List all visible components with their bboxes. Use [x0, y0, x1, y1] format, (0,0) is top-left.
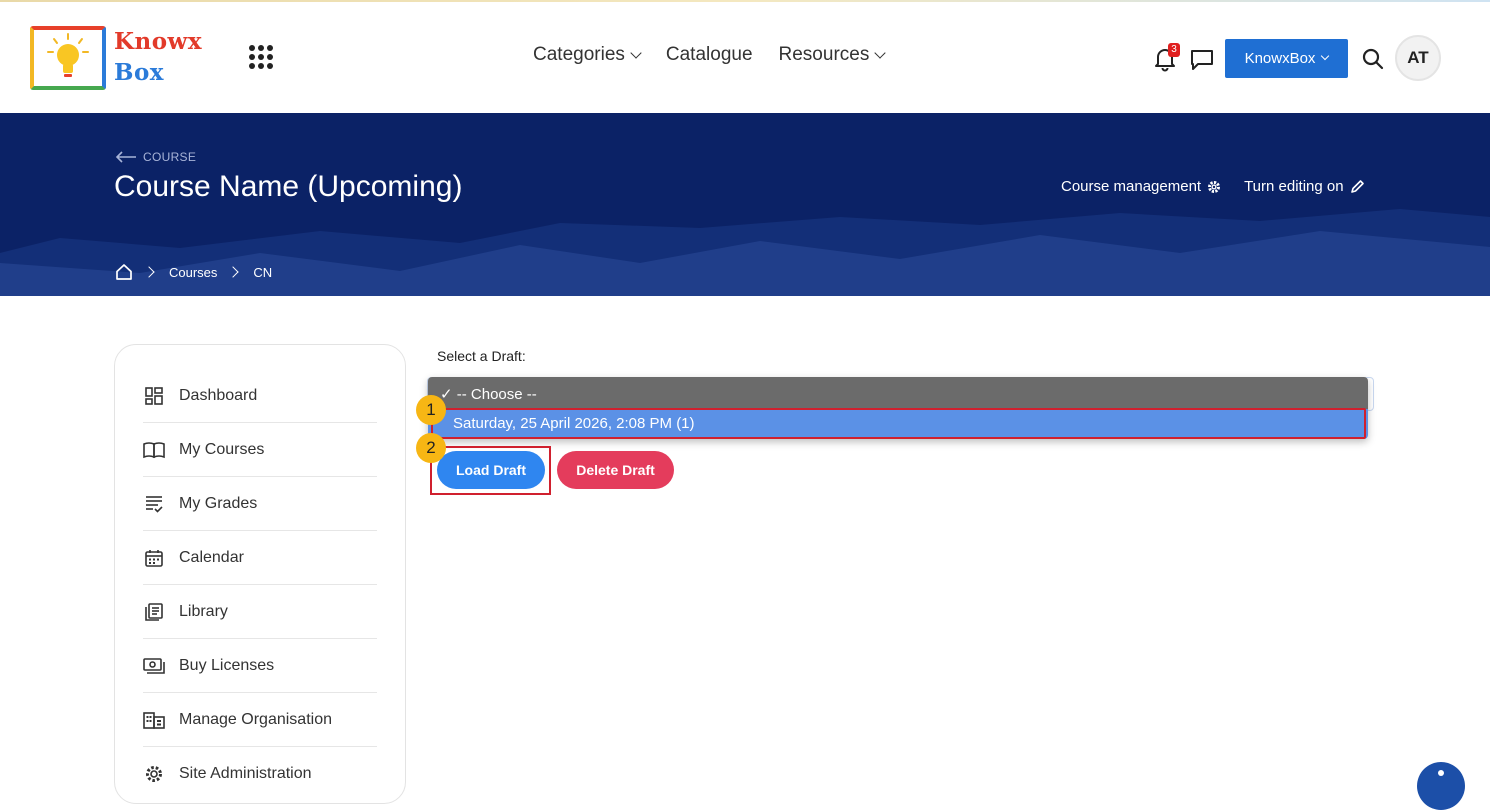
chevron-down-icon: [630, 46, 642, 59]
sidebar-item-label: Dashboard: [179, 386, 258, 404]
lightbulb-icon: [47, 33, 89, 77]
sidebar-item-dashboard[interactable]: Dashboard: [143, 369, 377, 423]
notification-badge: 3: [1168, 43, 1180, 57]
chevron-down-icon: [1321, 51, 1330, 61]
license-icon: [143, 655, 165, 677]
sidebar-item-buy-licenses[interactable]: Buy Licenses: [143, 639, 377, 693]
chevron-down-icon: [874, 46, 887, 59]
turn-editing-on-link[interactable]: Turn editing on: [1244, 178, 1365, 195]
pencil-icon: [1350, 179, 1364, 193]
gear-icon: [1208, 180, 1221, 193]
sidebar-item-label: Library: [179, 602, 228, 620]
course-management-link[interactable]: Course management: [1061, 178, 1222, 195]
library-icon: [143, 601, 165, 623]
logo-text-knowx: Knowx: [114, 28, 203, 55]
sidebar-item-label: Buy Licenses: [179, 656, 275, 674]
logo-text-box: Box: [114, 59, 164, 86]
sidebar-item-label: Calendar: [179, 548, 244, 566]
nav-resources[interactable]: Resources: [778, 44, 887, 66]
org-menu-label: KnowxBox: [1244, 50, 1316, 67]
dashboard-icon: [143, 385, 165, 407]
arrow-left-icon: [115, 151, 136, 163]
sidebar-item-label: Manage Organisation: [179, 710, 332, 728]
org-menu-button[interactable]: KnowxBox: [1225, 39, 1348, 78]
logo-frame: [30, 26, 106, 90]
draft-option-choose[interactable]: ✓ -- Choose --: [428, 377, 1368, 409]
user-avatar[interactable]: AT: [1395, 35, 1441, 81]
calendar-icon: [143, 547, 165, 569]
select-draft-label: Select a Draft:: [437, 348, 526, 364]
home-icon[interactable]: [115, 263, 133, 281]
nav-resources-label: Resources: [778, 44, 870, 65]
chevron-right-icon: [227, 266, 240, 278]
draft-dropdown-list: ✓ -- Choose -- Saturday, 25 April 2026, …: [428, 377, 1368, 439]
sidebar-item-manage-organisation[interactable]: Manage Organisation: [143, 693, 377, 747]
nav-catalogue-label: Catalogue: [665, 44, 753, 65]
annotation-marker-2: 2: [416, 433, 446, 463]
annotation-marker-1: 1: [416, 395, 446, 425]
delete-draft-button[interactable]: Delete Draft: [557, 451, 674, 489]
gear-icon: [143, 763, 165, 785]
page-title: Course Name (Upcoming): [114, 170, 463, 203]
nav-categories[interactable]: Categories: [533, 44, 642, 66]
main-nav: Categories Catalogue Resources: [533, 44, 887, 66]
sidebar: Dashboard My Courses My Grades Calendar …: [114, 344, 406, 804]
course-actions: Course management Turn editing on: [1061, 178, 1365, 195]
breadcrumb-courses[interactable]: Courses: [169, 265, 217, 280]
sidebar-item-library[interactable]: Library: [143, 585, 377, 639]
book-icon: [143, 439, 165, 461]
load-draft-button[interactable]: Load Draft: [437, 451, 545, 489]
help-button[interactable]: [1417, 762, 1465, 810]
nav-categories-label: Categories: [533, 44, 625, 65]
course-banner: COURSE Course Name (Upcoming) Course man…: [0, 113, 1490, 296]
sidebar-item-label: My Grades: [179, 494, 258, 512]
back-link-label: COURSE: [143, 150, 197, 164]
grades-icon: [143, 493, 165, 515]
chat-icon[interactable]: [1189, 47, 1215, 73]
app-grid-icon[interactable]: [249, 45, 273, 69]
organisation-icon: [143, 709, 165, 731]
sidebar-item-site-administration[interactable]: Site Administration: [143, 747, 377, 801]
chevron-right-icon: [143, 266, 155, 278]
draft-option-saturday[interactable]: Saturday, 25 April 2026, 2:08 PM (1): [428, 409, 1368, 439]
knowxbox-logo[interactable]: Knowx Box: [30, 26, 210, 94]
back-to-course-link[interactable]: COURSE: [115, 150, 196, 164]
sidebar-item-label: My Courses: [179, 440, 265, 458]
site-header: Knowx Box Categories Catalogue Resources…: [0, 2, 1490, 113]
nav-catalogue[interactable]: Catalogue: [666, 44, 753, 66]
turn-editing-on-label: Turn editing on: [1244, 178, 1344, 195]
course-management-label: Course management: [1061, 178, 1202, 195]
sidebar-item-label: Site Administration: [179, 765, 312, 782]
breadcrumb: Courses CN: [115, 263, 272, 281]
search-icon[interactable]: [1361, 47, 1385, 71]
sidebar-item-my-grades[interactable]: My Grades: [143, 477, 377, 531]
sidebar-item-my-courses[interactable]: My Courses: [143, 423, 377, 477]
sidebar-item-calendar[interactable]: Calendar: [143, 531, 377, 585]
breadcrumb-course-short[interactable]: CN: [253, 265, 272, 280]
